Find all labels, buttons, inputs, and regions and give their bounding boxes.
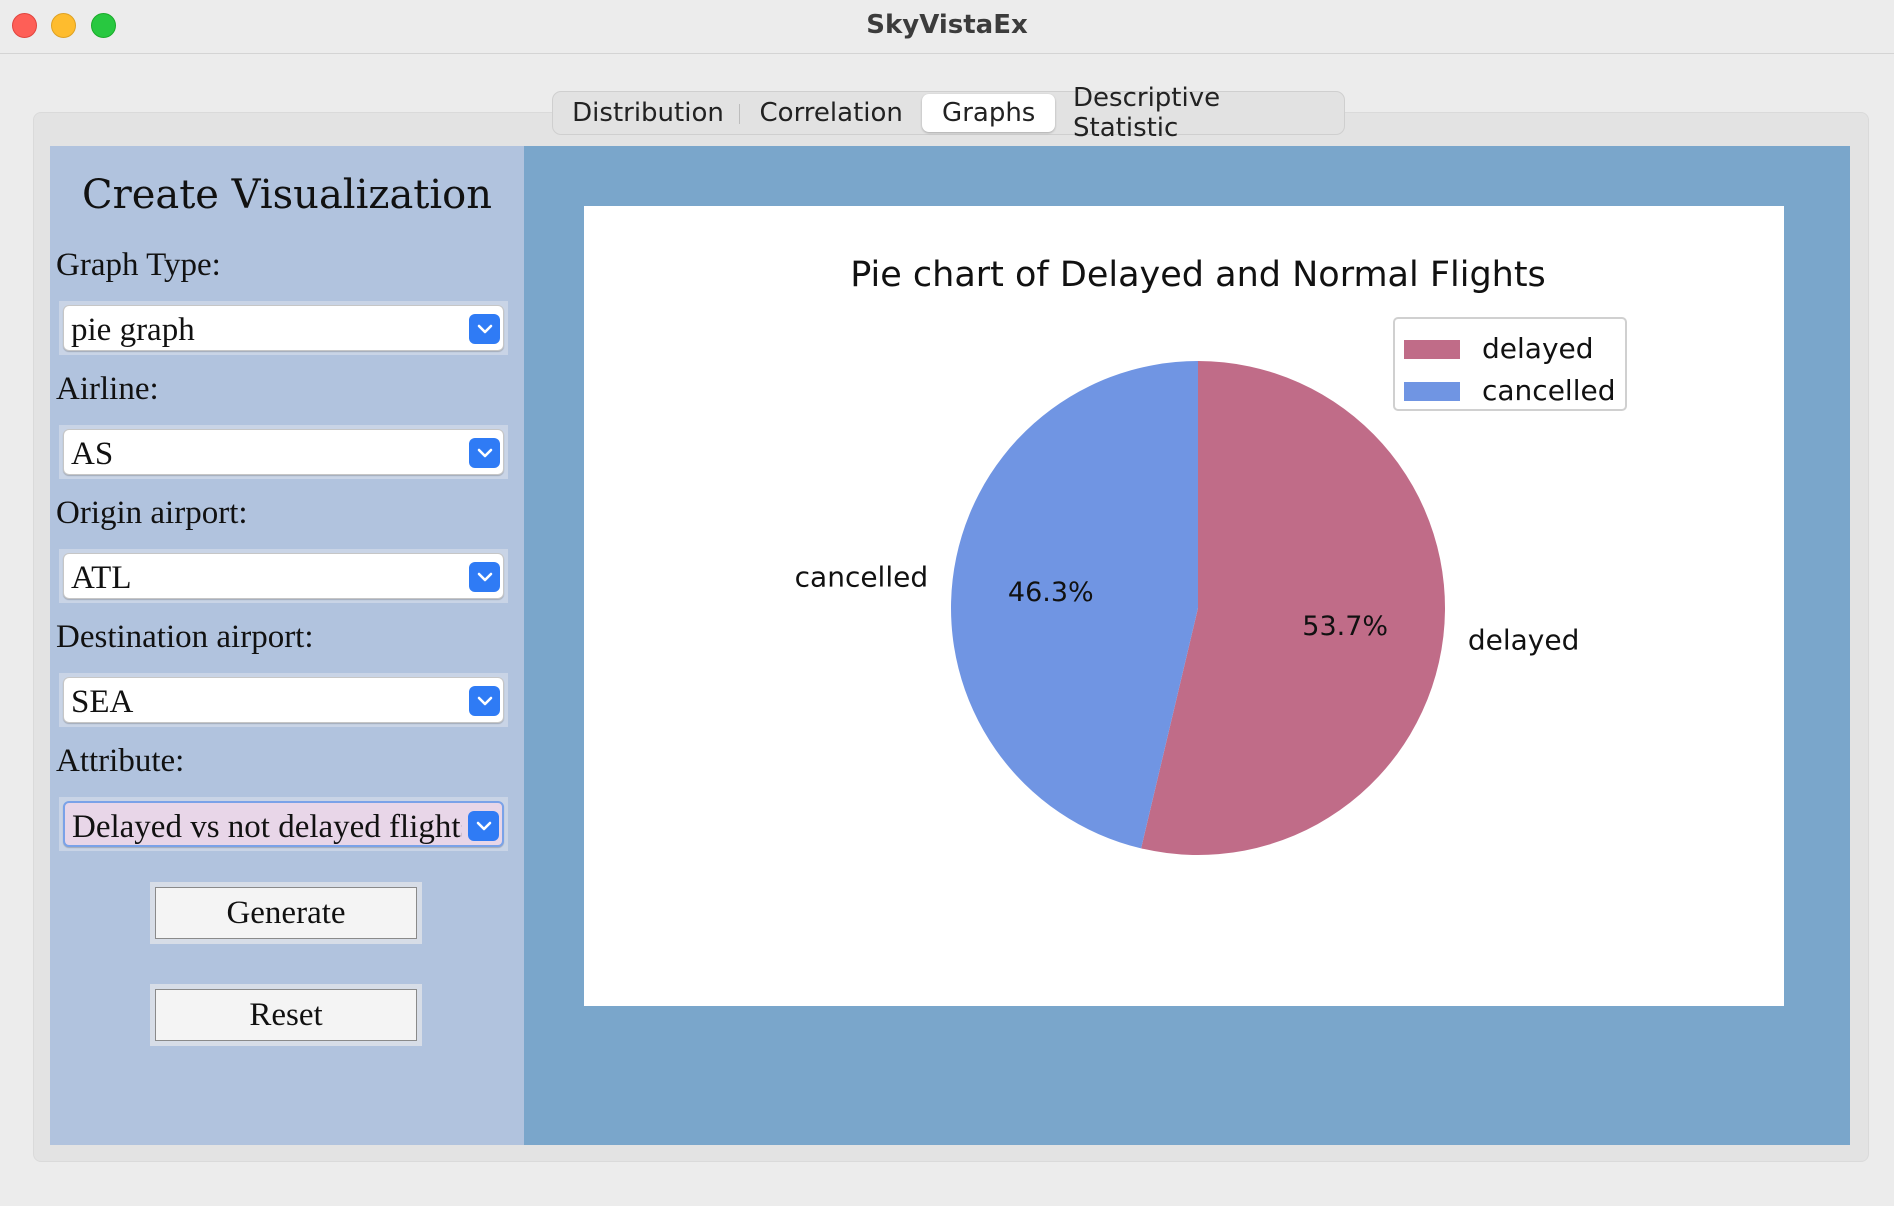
legend-label-cancelled: cancelled (1482, 374, 1615, 407)
legend-swatch-delayed (1404, 340, 1460, 359)
tab-correlation[interactable]: Correlation (740, 94, 922, 132)
airline-label: Airline: (56, 371, 159, 407)
chevron-down-icon[interactable] (469, 438, 500, 468)
tab-descriptive-statistic[interactable]: Descriptive Statistic (1055, 83, 1341, 143)
attribute-value: Delayed vs not delayed flights (72, 809, 462, 845)
graph-type-select[interactable]: pie graph (59, 301, 508, 355)
pie-category-label: delayed (1468, 624, 1580, 657)
legend-label-delayed: delayed (1482, 332, 1594, 365)
chart-title: Pie chart of Delayed and Normal Flights (850, 255, 1546, 295)
reset-button[interactable]: Reset (155, 989, 417, 1041)
airline-value: AS (71, 436, 114, 472)
chart-legend: delayed cancelled (1393, 317, 1627, 411)
graph-display-panel: Pie chart of Delayed and Normal Flights … (524, 146, 1850, 1145)
panel-title: Create Visualization (81, 172, 493, 218)
attribute-label: Attribute: (56, 743, 185, 779)
generate-button[interactable]: Generate (155, 887, 417, 939)
airline-select[interactable]: AS (59, 425, 508, 479)
tab-label: Correlation (759, 98, 903, 128)
pie-category-label: cancelled (795, 560, 928, 593)
origin-airport-value: ATL (71, 560, 132, 596)
window-titlebar: SkyVistaEx (0, 0, 1894, 54)
pie-chart: Pie chart of Delayed and Normal Flights … (795, 255, 1627, 855)
pie-value-label: 53.7% (1302, 611, 1388, 642)
tab-label: Distribution (572, 98, 724, 128)
chevron-down-icon[interactable] (468, 811, 499, 841)
window-title: SkyVistaEx (866, 10, 1028, 40)
chart-canvas: Pie chart of Delayed and Normal Flights … (584, 206, 1784, 1006)
tab-label: Descriptive Statistic (1073, 83, 1221, 143)
graph-type-value: pie graph (71, 312, 195, 348)
chevron-down-icon[interactable] (469, 686, 500, 716)
pie-slices (950, 361, 1445, 855)
destination-airport-label: Destination airport: (56, 619, 314, 655)
tab-label: Graphs (942, 98, 1036, 128)
destination-airport-value: SEA (71, 684, 134, 720)
destination-airport-select[interactable]: SEA (59, 673, 508, 727)
generate-button-wrap: Generate (150, 882, 422, 944)
pie-value-label: 46.3% (1008, 577, 1094, 608)
origin-airport-label: Origin airport: (56, 495, 248, 531)
graph-type-label: Graph Type: (56, 247, 221, 283)
visualization-form-panel: Create Visualization Graph Type: pie gra… (50, 146, 524, 1145)
origin-airport-select[interactable]: ATL (59, 549, 508, 603)
chevron-down-icon[interactable] (469, 314, 500, 344)
tab-distribution[interactable]: Distribution (556, 94, 740, 132)
tab-graphs[interactable]: Graphs (922, 94, 1056, 132)
attribute-select[interactable]: Delayed vs not delayed flights (59, 797, 508, 851)
legend-swatch-cancelled (1404, 382, 1460, 401)
tab-bar: Distribution Correlation Graphs Descript… (552, 83, 1345, 143)
chevron-down-icon[interactable] (469, 562, 500, 592)
reset-button-wrap: Reset (150, 984, 422, 1046)
